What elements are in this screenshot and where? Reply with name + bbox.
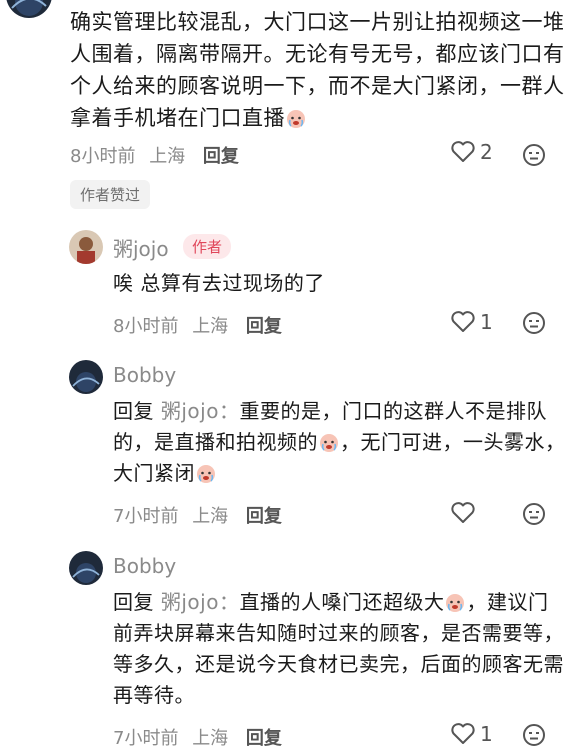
reply-meta: 8小时前 上海 回复 (113, 312, 282, 338)
comment-location: 上海 (149, 146, 186, 167)
reply-button[interactable]: 回复 (246, 728, 282, 749)
like-count: 2 (480, 140, 493, 164)
crying-emoji-icon (444, 591, 466, 613)
dislike-button[interactable] (522, 143, 546, 171)
reply-meta: 7小时前 上海 回复 (113, 502, 282, 528)
dislike-button[interactable] (522, 311, 546, 339)
reply-time: 7小时前 (113, 506, 179, 527)
mention-link[interactable]: 粥jojo： (161, 399, 240, 423)
reply-button[interactable]: 回复 (246, 506, 282, 527)
reply-button[interactable]: 回复 (203, 146, 239, 167)
reply-prefix: 回复 (113, 399, 154, 423)
reply-time: 8小时前 (113, 316, 179, 337)
meh-face-icon (523, 724, 545, 746)
reply-location: 上海 (192, 728, 229, 749)
meh-face-icon (523, 144, 545, 166)
like-button[interactable]: 1 (450, 310, 493, 334)
heart-outline-icon (451, 311, 475, 332)
like-count: 1 (480, 722, 493, 746)
reply-text: 回复 粥jojo：重要的是，门口的这群人不是排队的，是直播和拍视频的 ，无门可进，… (113, 399, 566, 485)
heart-outline-icon (451, 502, 475, 523)
reply-location: 上海 (192, 506, 229, 527)
author-liked-badge: 作者赞过 (70, 180, 151, 209)
reply-text: 唉 总算有去过现场的了 (113, 271, 325, 295)
mention-link[interactable]: 粥jojo： (161, 590, 240, 614)
crying-emoji-icon (318, 431, 340, 453)
crying-emoji-icon (285, 106, 307, 128)
like-button[interactable]: 1 (450, 722, 493, 746)
heart-outline-icon (451, 141, 475, 162)
avatar[interactable] (69, 551, 103, 585)
comment-meta: 8小时前 上海 回复 (70, 142, 239, 168)
dislike-button[interactable] (522, 502, 546, 530)
like-button[interactable] (450, 501, 480, 525)
reply-time: 7小时前 (113, 728, 179, 749)
reply-location: 上海 (192, 316, 229, 337)
avatar[interactable] (69, 230, 103, 264)
reply-meta: 7小时前 上海 回复 (113, 724, 282, 750)
meh-face-icon (523, 503, 545, 525)
dislike-button[interactable] (522, 723, 546, 751)
reply-username[interactable]: 粥jojo (113, 233, 169, 262)
like-button[interactable]: 2 (450, 140, 493, 164)
avatar[interactable] (6, 0, 52, 18)
author-tag: 作者 (183, 234, 232, 259)
avatar[interactable] (69, 360, 103, 394)
crying-emoji-icon (195, 462, 217, 484)
comment-time: 8小时前 (70, 146, 136, 167)
reply-username[interactable]: Bobby (113, 363, 176, 387)
meh-face-icon (523, 312, 545, 334)
reply-prefix: 回复 (113, 590, 154, 614)
reply-username[interactable]: Bobby (113, 554, 176, 578)
reply-text: 回复 粥jojo：直播的人嗓门还超级大 ，建议门前弄块屏幕来告知随时过来的顾客，是… (113, 590, 564, 707)
comment-text: 确实管理比较混乱，大门口这一片别让拍视频这一堆人围着，隔离带隔开。无论有号无号，… (70, 10, 565, 130)
like-count: 1 (480, 310, 493, 334)
heart-outline-icon (451, 723, 475, 744)
reply-button[interactable]: 回复 (246, 316, 282, 337)
